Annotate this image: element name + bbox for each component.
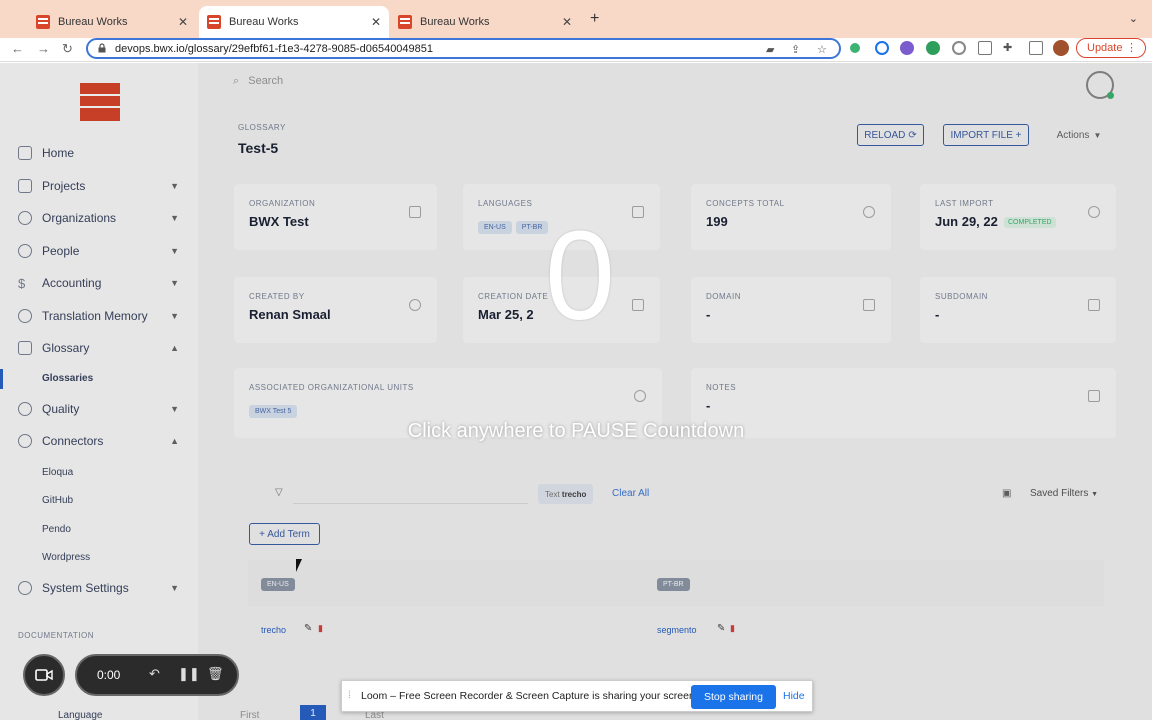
extension-icon[interactable] [952,41,966,55]
new-tab-icon[interactable]: + [590,10,599,28]
pause-countdown-hint: Click anywhere to PAUSE Countdown [407,420,745,442]
recording-timer: 0:00 [97,668,121,682]
update-label: Update [1087,42,1123,54]
back-icon[interactable]: ← [11,41,24,56]
trash-icon[interactable]: 🗑 [207,666,224,682]
extension-icon[interactable] [978,41,992,55]
pause-icon[interactable]: ❚❚ [178,666,200,682]
bureau-works-favicon-icon [207,15,221,29]
camera-icon[interactable]: ▰ [766,43,774,56]
reload-icon[interactable]: ↻ [62,41,73,57]
puzzle-icon[interactable]: ✚ [1003,41,1012,54]
hide-button[interactable]: Hide [783,690,805,702]
lock-icon [98,43,106,53]
menu-dots-icon[interactable]: ⋮ [1126,41,1137,54]
address-bar[interactable]: devops.bwx.io/glossary/29efbf61-f1e3-427… [86,38,841,59]
countdown-overlay[interactable] [0,63,1152,720]
share-icon[interactable]: ⇪ [791,43,800,56]
star-icon[interactable]: ☆ [817,43,827,56]
video-camera-icon [35,669,53,681]
extension-icon[interactable] [850,43,860,53]
browser-tab[interactable]: Bureau Works ✕ [28,6,196,38]
sharing-message: Loom – Free Screen Recorder & Screen Cap… [361,690,698,702]
bureau-works-favicon-icon [398,15,412,29]
tab-title: Bureau Works [229,16,299,28]
extension-icon[interactable] [875,41,889,55]
extension-icon[interactable] [926,41,940,55]
update-button[interactable]: Update ⋮ [1076,38,1146,58]
screen-sharing-banner: ⁞ Loom – Free Screen Recorder & Screen C… [341,680,813,712]
close-icon[interactable]: ✕ [178,15,188,29]
browser-tab-bar: Bureau Works ✕ Bureau Works ✕ Bureau Wor… [0,0,1152,38]
sidebar-toggle-icon[interactable] [1029,41,1043,55]
stop-sharing-button[interactable]: Stop sharing [691,685,776,709]
recording-controls: 0:00 ↶ ❚❚ 🗑 [75,654,239,696]
profile-avatar-icon[interactable] [1053,40,1069,56]
browser-toolbar: ← → ↻ devops.bwx.io/glossary/29efbf61-f1… [0,38,1152,62]
extension-icon[interactable] [900,41,914,55]
close-icon[interactable]: ✕ [371,15,381,29]
browser-tab[interactable]: Bureau Works ✕ [390,6,580,38]
tab-title: Bureau Works [58,16,128,28]
drag-handle-icon[interactable]: ⁞ [348,690,351,701]
tab-title: Bureau Works [420,16,490,28]
tab-search-chevron-icon[interactable]: ⌄ [1129,12,1138,25]
undo-icon[interactable]: ↶ [149,666,160,682]
camera-toggle-button[interactable] [23,654,65,696]
browser-tab-active[interactable]: Bureau Works ✕ [199,6,389,38]
forward-icon[interactable]: → [37,41,50,56]
countdown-number: 0 [544,205,616,346]
close-icon[interactable]: ✕ [562,15,572,29]
url-text: devops.bwx.io/glossary/29efbf61-f1e3-427… [115,43,434,55]
bureau-works-favicon-icon [36,15,50,29]
mouse-cursor-icon [296,559,308,572]
